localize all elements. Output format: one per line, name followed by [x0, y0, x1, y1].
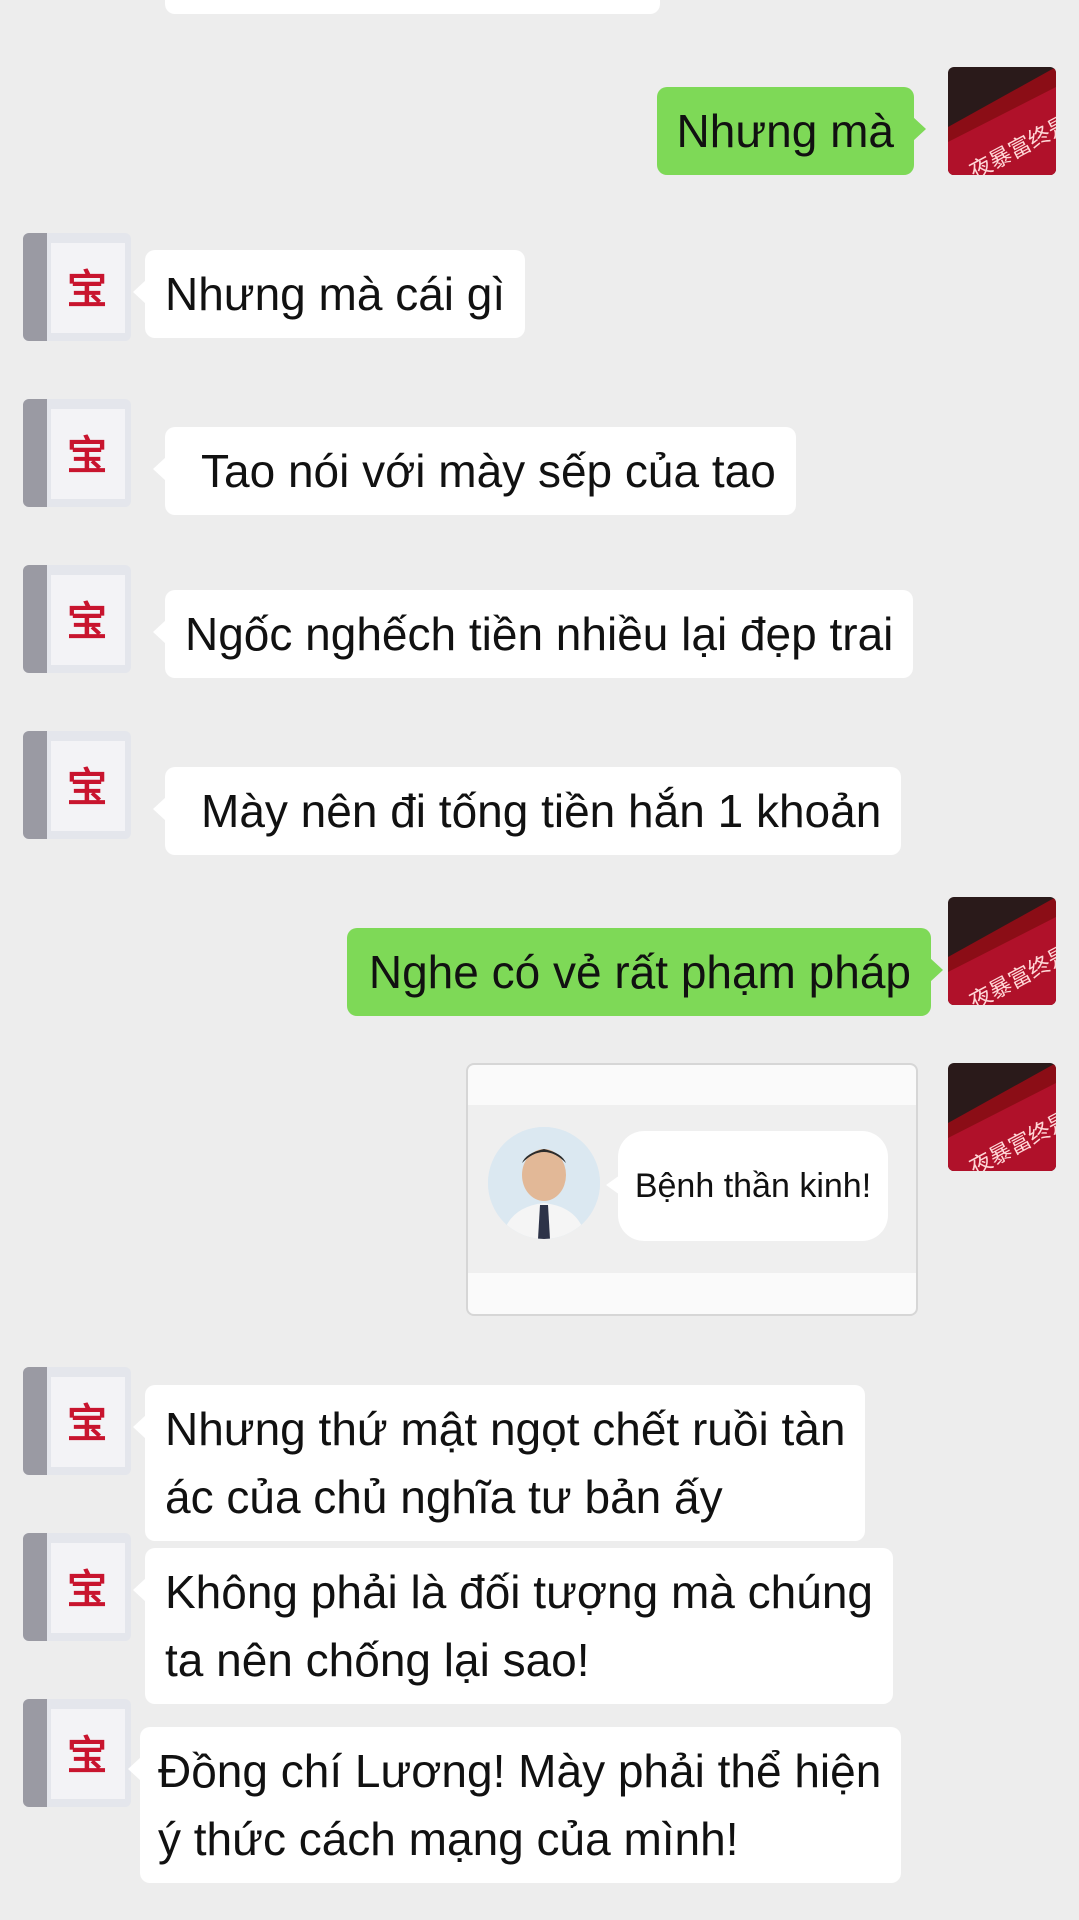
message-bubble-incoming[interactable]: Ngốc nghếch tiền nhiều lại đẹp trai [152, 590, 914, 678]
white-sign-avatar-icon: 宝 [23, 1533, 131, 1641]
white-sign-avatar-icon: 宝 [23, 565, 131, 673]
self-avatar[interactable]: 夜暴富终是梦 [948, 1063, 1056, 1171]
friend-avatar[interactable]: 宝 [23, 565, 131, 673]
message-bubble-outgoing[interactable]: Nghe có vẻ rất phạm pháp [346, 928, 944, 1016]
white-sign-avatar-icon: 宝 [23, 1367, 131, 1475]
message-text-line: ác của chủ nghĩa tư bản ấy [165, 1471, 723, 1523]
portrait-photo [488, 1127, 600, 1239]
message-text: Nhưng mà cái gì [165, 268, 506, 320]
message-bubble-incoming[interactable]: Đồng chí Lương! Mày phải thể hiện ý thức… [127, 1727, 902, 1883]
message-text: Tao nói với mày sếp của tao [201, 445, 776, 497]
man-portrait-icon [488, 1127, 600, 1239]
message-bubble-outgoing[interactable]: Nhưng mà [656, 87, 927, 175]
message-text: Nhưng mà [676, 105, 894, 157]
white-sign-avatar-icon: 宝 [23, 731, 131, 839]
message-bubble-incoming[interactable]: Tao nói với mày sếp của tao [153, 427, 796, 515]
avatar-big-char: 宝 [67, 267, 107, 313]
friend-avatar[interactable]: 宝 [23, 233, 131, 341]
message-bubble-incoming[interactable]: Không phải là đối tượng mà chúng ta nên … [133, 1548, 893, 1704]
sticker-speech-bubble: Bệnh thần kinh! [606, 1131, 888, 1241]
white-sign-avatar-icon: 宝 [23, 1699, 131, 1807]
white-sign-avatar-icon: 宝 [23, 399, 131, 507]
red-led-sign-avatar-icon: 夜暴富终是梦 [948, 67, 1056, 175]
friend-avatar[interactable]: 宝 [23, 1367, 131, 1475]
message-bubble-incoming[interactable]: Mày nên đi tống tiền hắn 1 khoản [152, 767, 902, 855]
avatar-big-char: 宝 [67, 1567, 107, 1613]
friend-avatar[interactable]: 宝 [23, 731, 131, 839]
message-text: Mày nên đi tống tiền hắn 1 khoản [201, 785, 882, 837]
avatar-big-char: 宝 [67, 1733, 107, 1779]
friend-avatar[interactable]: 宝 [23, 399, 131, 507]
sticker-caption: Bệnh thần kinh! [634, 1167, 872, 1205]
message-bubble-incoming[interactable]: Nhưng mà cái gì [132, 250, 526, 338]
chat-message-list[interactable]: 夜暴富终是梦 Nhưng mà 宝 Nhưng mà cái gì 宝 Tao … [0, 0, 1079, 1920]
avatar-big-char: 宝 [67, 765, 107, 811]
avatar-big-char: 宝 [67, 433, 107, 479]
red-led-sign-avatar-icon: 夜暴富终是梦 [948, 897, 1056, 1005]
partial-message-bubble [165, 0, 660, 14]
red-led-sign-avatar-icon: 夜暴富终是梦 [948, 1063, 1056, 1171]
message-bubble-incoming[interactable]: Nhưng thứ mật ngọt chết ruồi tàn ác của … [132, 1385, 866, 1541]
message-text-line: ý thức cách mạng của mình! [158, 1813, 739, 1865]
friend-avatar[interactable]: 宝 [23, 1533, 131, 1641]
white-sign-avatar-icon: 宝 [23, 233, 131, 341]
self-avatar[interactable]: 夜暴富终是梦 [948, 67, 1056, 175]
message-text-line: ta nên chống lại sao! [165, 1634, 590, 1686]
friend-avatar[interactable]: 宝 [23, 1699, 131, 1807]
message-text: Ngốc nghếch tiền nhiều lại đẹp trai [185, 608, 894, 660]
avatar-big-char: 宝 [67, 1401, 107, 1447]
message-text-line: Nhưng thứ mật ngọt chết ruồi tàn [165, 1403, 846, 1455]
self-avatar[interactable]: 夜暴富终是梦 [948, 897, 1056, 1005]
message-text: Nghe có vẻ rất phạm pháp [368, 946, 911, 998]
avatar-big-char: 宝 [67, 599, 107, 645]
message-text-line: Không phải là đối tượng mà chúng [165, 1566, 873, 1618]
sticker-message[interactable]: Bệnh thần kinh! [466, 1063, 918, 1316]
message-text-line: Đồng chí Lương! Mày phải thể hiện [158, 1745, 882, 1797]
